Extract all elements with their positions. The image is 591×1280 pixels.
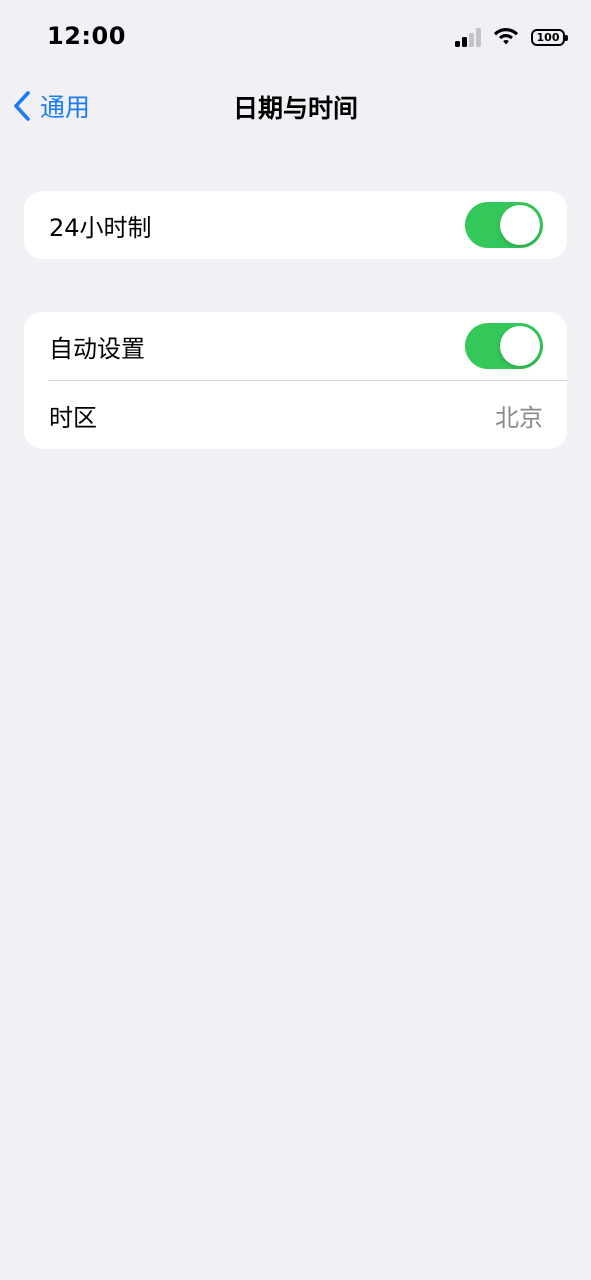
- toggle-24-hour[interactable]: [465, 202, 543, 248]
- navigation-bar: 通用 日期与时间: [0, 70, 591, 140]
- setting-label-auto-set: 自动设置: [49, 334, 145, 363]
- toggle-knob: [500, 205, 540, 245]
- settings-group-time-format: 24小时制: [24, 191, 567, 259]
- status-icons: 100: [455, 25, 568, 49]
- battery-icon: 100: [531, 28, 568, 46]
- wifi-icon: [493, 25, 519, 49]
- setting-row-24-hour: 24小时制: [24, 191, 567, 259]
- status-bar: 12:00 100: [0, 0, 591, 70]
- battery-level: 100: [536, 30, 560, 44]
- setting-row-auto-set: 自动设置: [24, 312, 567, 380]
- setting-value-timezone: 北京: [495, 403, 543, 432]
- setting-label-timezone: 时区: [49, 403, 97, 432]
- cellular-signal-icon: [455, 27, 481, 47]
- setting-row-timezone[interactable]: 时区 北京: [24, 381, 567, 449]
- setting-label-24-hour: 24小时制: [49, 213, 152, 242]
- settings-group-auto: 自动设置 时区 北京: [24, 312, 567, 449]
- toggle-knob: [500, 326, 540, 366]
- toggle-auto-set[interactable]: [465, 323, 543, 369]
- page-title: 日期与时间: [232, 94, 358, 123]
- status-time: 12:00: [47, 22, 126, 50]
